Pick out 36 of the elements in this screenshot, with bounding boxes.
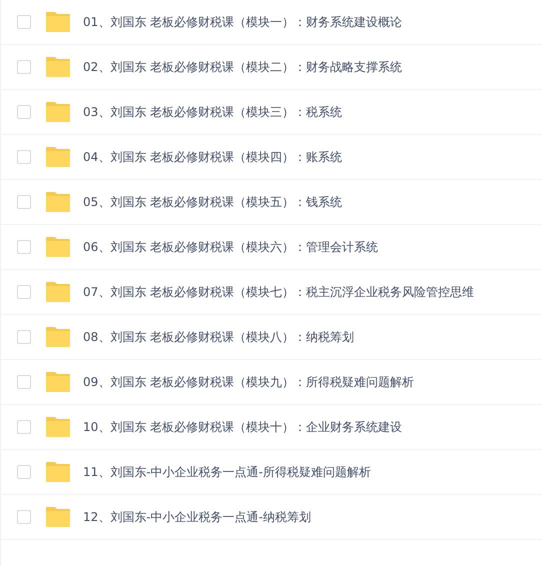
folder-name[interactable]: 07、刘国东 老板必修财税课（模块七）：税主沉浮企业税务风险管控思维: [83, 284, 474, 300]
checkbox[interactable]: [17, 15, 31, 29]
folder-name[interactable]: 05、刘国东 老板必修财税课（模块五）：钱系统: [83, 194, 342, 210]
checkbox[interactable]: [17, 510, 31, 524]
folder-name[interactable]: 08、刘国东 老板必修财税课（模块八）：纳税筹划: [83, 328, 354, 346]
folder-icon: [45, 101, 71, 123]
folder-name[interactable]: 01、刘国东 老板必修财税课（模块一）：财务系统建设概论: [83, 14, 402, 30]
folder-icon: [45, 461, 71, 483]
folder-name[interactable]: 06、刘国东 老板必修财税课（模块六）：管理会计系统: [83, 238, 378, 256]
folder-name[interactable]: 02、刘国东 老板必修财税课（模块二）：财务战略支撑系统: [83, 58, 402, 76]
folder-icon: [45, 11, 71, 33]
folder-name[interactable]: 10、刘国东 老板必修财税课（模块十）：企业财务系统建设: [83, 418, 402, 436]
folder-icon: [45, 416, 71, 438]
checkbox[interactable]: [17, 465, 31, 479]
folder-icon: [45, 191, 71, 213]
folder-icon: [45, 506, 71, 528]
checkbox[interactable]: [17, 105, 31, 119]
checkbox[interactable]: [17, 195, 31, 209]
checkbox[interactable]: [17, 240, 31, 254]
folder-name[interactable]: 04、刘国东 老板必修财税课（模块四）：账系统: [83, 148, 342, 166]
folder-name[interactable]: 03、刘国东 老板必修财税课（模块三）：税系统: [83, 104, 342, 120]
checkbox[interactable]: [17, 150, 31, 164]
checkbox[interactable]: [17, 420, 31, 434]
folder-icon: [45, 146, 71, 168]
checkbox[interactable]: [17, 285, 31, 299]
folder-icon: [45, 326, 71, 348]
checkbox[interactable]: [17, 375, 31, 389]
folder-icon: [45, 281, 71, 303]
folder-icon: [45, 56, 71, 78]
folder-name[interactable]: 09、刘国东 老板必修财税课（模块九）：所得税疑难问题解析: [83, 374, 414, 390]
folder-name[interactable]: 12、刘国东-中小企业税务一点通-纳税筹划: [83, 508, 311, 526]
checkbox[interactable]: [17, 330, 31, 344]
folder-icon: [45, 371, 71, 393]
checkbox[interactable]: [17, 60, 31, 74]
folder-icon: [45, 236, 71, 258]
folder-name[interactable]: 11、刘国东-中小企业税务一点通-所得税疑难问题解析: [83, 464, 371, 480]
